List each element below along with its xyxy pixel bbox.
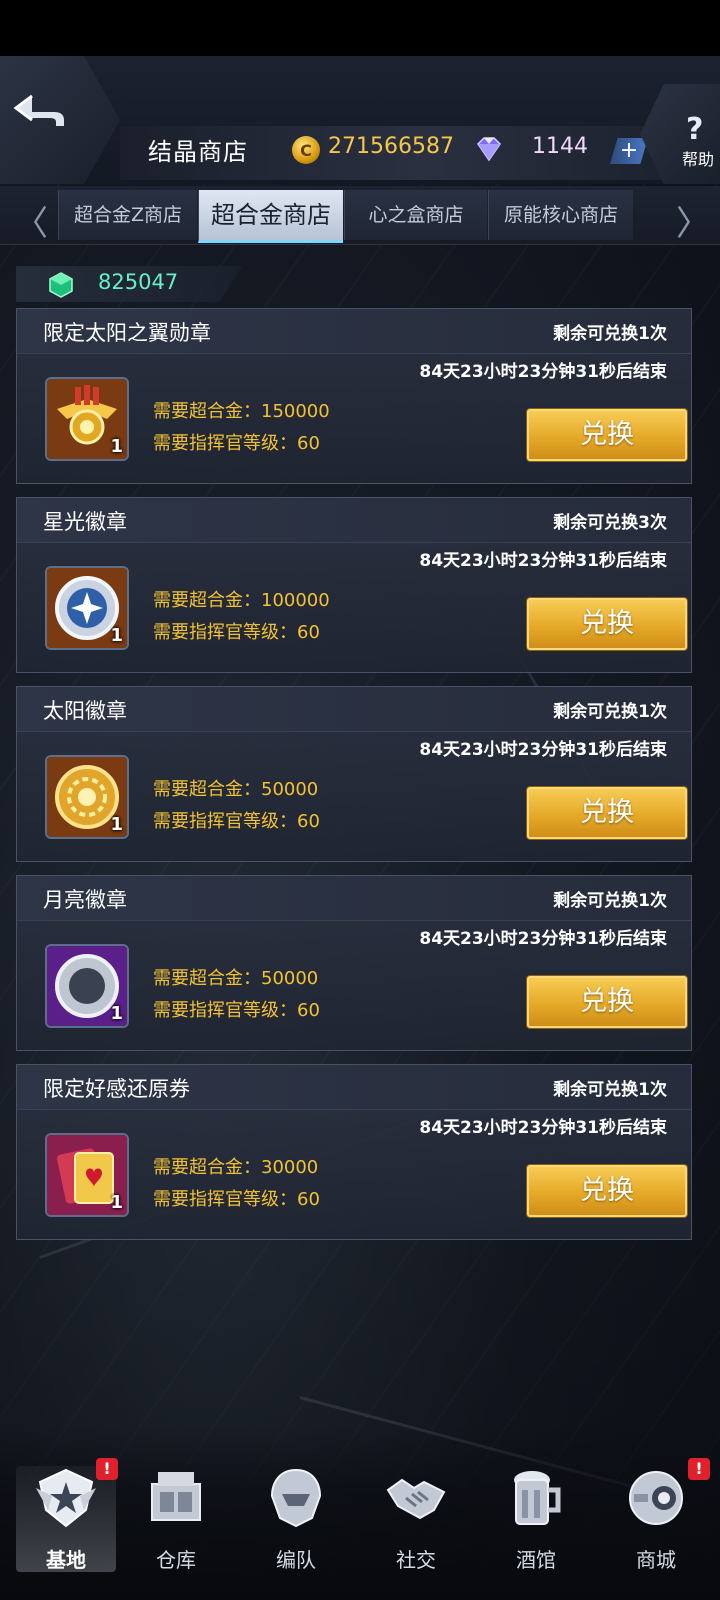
item-name: 月亮徽章 [43,888,127,912]
sun-wing-medal-icon[interactable]: 1 [45,377,129,461]
exchange-label: 兑换 [580,986,634,1017]
mall-icon [629,1471,683,1525]
superalloy-balance: 825047 [98,270,179,294]
remaining-exchanges: 剩余可兑换1次 [553,1080,667,1100]
diamond-icon [477,137,501,162]
tab-superalloy-z-shop[interactable]: 超合金Z商店 [58,190,197,240]
remaining-exchanges: 剩余可兑换3次 [553,513,667,533]
nav-label: 编队 [276,1548,316,1572]
base-icon [36,1468,96,1528]
required-superalloy: 需要超合金：30000 [153,1157,319,1178]
required-commander-level: 需要指挥官等级：60 [153,811,320,832]
coin-balance: 271566587 [328,134,454,159]
exchange-button[interactable]: 兑换 [527,787,687,839]
help-label: 帮助 [682,150,715,169]
exchange-button[interactable]: 兑换 [527,598,687,650]
nav-label: 仓库 [156,1548,196,1572]
gold-coin-icon: C [292,136,320,164]
required-superalloy: 需要超合金：50000 [153,968,319,989]
countdown-timer: 84天23小时23分钟31秒后结束 [419,362,667,382]
countdown-timer: 84天23小时23分钟31秒后结束 [419,740,667,760]
remaining-exchanges: 剩余可兑换1次 [553,891,667,911]
item-name: 限定好感还原券 [43,1077,190,1101]
item-quantity: 1 [110,814,123,835]
warehouse-icon [151,1472,201,1521]
item-quantity: 1 [110,436,123,457]
exchange-button[interactable]: 兑换 [527,409,687,461]
shop-item-card: 限定好感还原券 剩余可兑换1次 84天23小时23分钟31秒后结束 1 需要超合… [16,1064,692,1240]
nav-tavern[interactable]: 酒馆 [486,1466,586,1572]
tab-right-arrow-icon[interactable]: 〉 [676,196,710,245]
help-question-icon: ? [686,112,704,147]
social-icon [386,1478,446,1520]
exchange-label: 兑换 [580,797,634,828]
item-quantity: 1 [110,1192,123,1213]
exchange-button[interactable]: 兑换 [527,976,687,1028]
item-name: 太阳徽章 [43,699,127,723]
formation-icon [270,1468,322,1528]
item-name: 限定太阳之翼勋章 [43,321,211,345]
tab-superalloy-shop[interactable]: 超合金商店 [198,190,343,243]
exchange-label: 兑换 [580,1175,634,1206]
remaining-exchanges: 剩余可兑换1次 [553,324,667,344]
nav-label: 社交 [396,1548,436,1572]
item-quantity: 1 [110,1003,123,1024]
affection-ticket-icon[interactable]: 1 [45,1133,129,1217]
shop-item-card: 太阳徽章 剩余可兑换1次 84天23小时23分钟31秒后结束 1 需要超合金：5… [16,686,692,862]
status-bar [0,0,720,56]
item-name: 星光徽章 [43,510,127,534]
tab-heart-box-shop[interactable]: 心之盒商店 [344,190,487,240]
countdown-timer: 84天23小时23分钟31秒后结束 [419,551,667,571]
required-commander-level: 需要指挥官等级：60 [153,622,320,643]
tab-energy-core-shop[interactable]: 原能核心商店 [488,190,633,240]
nav-label: 商城 [636,1548,676,1572]
remaining-exchanges: 剩余可兑换1次 [553,702,667,722]
required-commander-level: 需要指挥官等级：60 [153,433,320,454]
countdown-timer: 84天23小时23分钟31秒后结束 [419,929,667,949]
nav-warehouse[interactable]: 仓库 [126,1466,226,1572]
required-commander-level: 需要指挥官等级：60 [153,1189,320,1210]
exchange-label: 兑换 [580,419,634,450]
shop-item-card: 限定太阳之翼勋章 剩余可兑换1次 84天23小时23分钟31秒后结束 1 需要超… [16,308,692,484]
countdown-timer: 84天23小时23分钟31秒后结束 [419,1118,667,1138]
nav-label: 基地 [46,1548,86,1572]
nav-label: 酒馆 [516,1548,556,1572]
required-superalloy: 需要超合金：150000 [153,401,330,422]
notification-badge-mall: ! [688,1458,710,1480]
shop-item-card: 星光徽章 剩余可兑换3次 84天23小时23分钟31秒后结束 1 需要超合金：1… [16,497,692,673]
required-superalloy: 需要超合金：50000 [153,779,319,800]
nav-mall[interactable]: 商城 [606,1466,706,1572]
item-quantity: 1 [110,625,123,646]
page-title: 结晶商店 [148,138,248,166]
nav-social[interactable]: 社交 [366,1466,466,1572]
starlight-badge-icon[interactable]: 1 [45,566,129,650]
back-arrow-icon [13,94,64,126]
shop-item-card: 月亮徽章 剩余可兑换1次 84天23小时23分钟31秒后结束 1 需要超合金：5… [16,875,692,1051]
green-crystal-icon [49,272,73,298]
nav-base[interactable]: 基地 [16,1466,116,1572]
exchange-label: 兑换 [580,608,634,639]
nav-formation[interactable]: 编队 [246,1466,346,1572]
sun-badge-icon[interactable]: 1 [45,755,129,839]
tab-left-arrow-icon[interactable]: 〈 [14,196,48,245]
moon-badge-icon[interactable]: 1 [45,944,129,1028]
exchange-button[interactable]: 兑换 [527,1165,687,1217]
required-commander-level: 需要指挥官等级：60 [153,1000,320,1021]
tavern-icon [514,1471,561,1525]
notification-badge-base: ! [96,1458,118,1480]
gem-balance: 1144 [532,134,588,159]
required-superalloy: 需要超合金：100000 [153,590,330,611]
